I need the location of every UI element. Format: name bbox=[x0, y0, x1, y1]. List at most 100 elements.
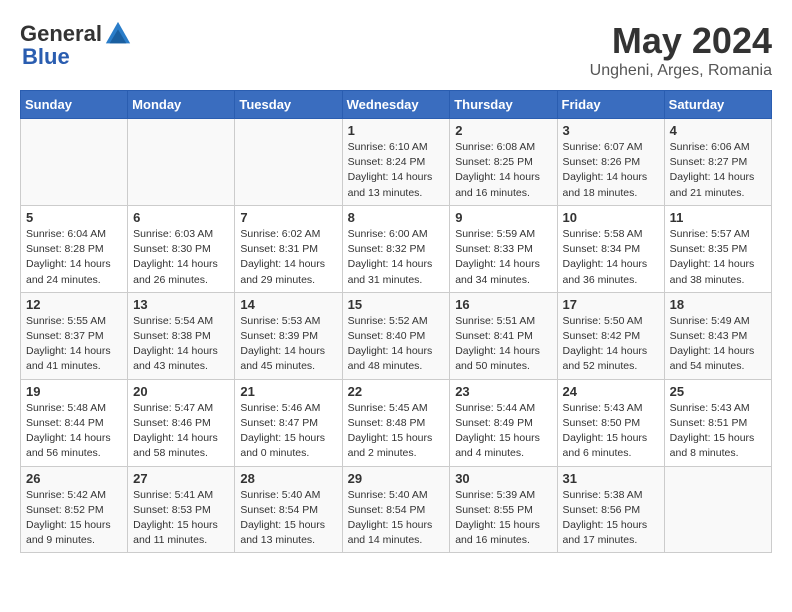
day-info: Sunrise: 6:07 AM Sunset: 8:26 PM Dayligh… bbox=[563, 140, 659, 201]
col-header-tuesday: Tuesday bbox=[235, 91, 342, 119]
day-info: Sunrise: 5:38 AM Sunset: 8:56 PM Dayligh… bbox=[563, 488, 659, 549]
col-header-monday: Monday bbox=[128, 91, 235, 119]
calendar-day-14: 14 Sunrise: 5:53 AM Sunset: 8:39 PM Dayli… bbox=[235, 292, 342, 379]
day-info: Sunrise: 5:53 AM Sunset: 8:39 PM Dayligh… bbox=[240, 314, 336, 375]
day-number: 17 bbox=[563, 297, 659, 312]
day-info: Sunrise: 6:02 AM Sunset: 8:31 PM Dayligh… bbox=[240, 227, 336, 288]
day-info: Sunrise: 5:40 AM Sunset: 8:54 PM Dayligh… bbox=[348, 488, 445, 549]
day-number: 18 bbox=[670, 297, 766, 312]
day-info: Sunrise: 5:46 AM Sunset: 8:47 PM Dayligh… bbox=[240, 401, 336, 462]
day-number: 12 bbox=[26, 297, 122, 312]
col-header-friday: Friday bbox=[557, 91, 664, 119]
day-info: Sunrise: 6:10 AM Sunset: 8:24 PM Dayligh… bbox=[348, 140, 445, 201]
calendar-day-27: 27Sunrise: 5:41 AM Sunset: 8:53 PM Dayli… bbox=[128, 466, 235, 553]
day-info: Sunrise: 5:49 AM Sunset: 8:43 PM Dayligh… bbox=[670, 314, 766, 375]
col-header-sunday: Sunday bbox=[21, 91, 128, 119]
day-info: Sunrise: 5:40 AM Sunset: 8:54 PM Dayligh… bbox=[240, 488, 336, 549]
col-header-wednesday: Wednesday bbox=[342, 91, 450, 119]
page-header: General Blue May 2024 Ungheni, Arges, Ro… bbox=[20, 20, 772, 80]
day-info: Sunrise: 5:57 AM Sunset: 8:35 PM Dayligh… bbox=[670, 227, 766, 288]
calendar-day-5: 5Sunrise: 6:04 AM Sunset: 8:28 PM Daylig… bbox=[21, 205, 128, 292]
day-info: Sunrise: 6:04 AM Sunset: 8:28 PM Dayligh… bbox=[26, 227, 122, 288]
calendar-week-row: 1 Sunrise: 6:10 AM Sunset: 8:24 PM Daylig… bbox=[21, 119, 772, 206]
calendar-day-23: 23 Sunrise: 5:44 AM Sunset: 8:49 PM Dayli… bbox=[450, 379, 557, 466]
title-section: May 2024 Ungheni, Arges, Romania bbox=[590, 20, 772, 80]
day-number: 7 bbox=[240, 210, 336, 225]
day-info: Sunrise: 5:43 AM Sunset: 8:51 PM Dayligh… bbox=[670, 401, 766, 462]
day-info: Sunrise: 5:43 AM Sunset: 8:50 PM Dayligh… bbox=[563, 401, 659, 462]
day-info: Sunrise: 5:42 AM Sunset: 8:52 PM Dayligh… bbox=[26, 488, 122, 549]
col-header-thursday: Thursday bbox=[450, 91, 557, 119]
calendar-day-25: 25 Sunrise: 5:43 AM Sunset: 8:51 PM Dayli… bbox=[664, 379, 771, 466]
day-number: 19 bbox=[26, 384, 122, 399]
day-number: 11 bbox=[670, 210, 766, 225]
day-info: Sunrise: 5:54 AM Sunset: 8:38 PM Dayligh… bbox=[133, 314, 229, 375]
day-number: 13 bbox=[133, 297, 229, 312]
calendar-week-row: 26 Sunrise: 5:42 AM Sunset: 8:52 PM Dayli… bbox=[21, 466, 772, 553]
day-number: 29 bbox=[348, 471, 445, 486]
logo-icon bbox=[104, 20, 132, 48]
day-info: Sunrise: 6:08 AM Sunset: 8:25 PM Dayligh… bbox=[455, 140, 551, 201]
day-info: Sunrise: 5:51 AM Sunset: 8:41 PM Dayligh… bbox=[455, 314, 551, 375]
calendar-day-28: 28Sunrise: 5:40 AM Sunset: 8:54 PM Dayli… bbox=[235, 466, 342, 553]
day-number: 6 bbox=[133, 210, 229, 225]
day-number: 14 bbox=[240, 297, 336, 312]
calendar-day-9: 9 Sunrise: 5:59 AM Sunset: 8:33 PM Daylig… bbox=[450, 205, 557, 292]
day-number: 2 bbox=[455, 123, 551, 138]
day-number: 30 bbox=[455, 471, 551, 486]
day-number: 23 bbox=[455, 384, 551, 399]
day-info: Sunrise: 5:55 AM Sunset: 8:37 PM Dayligh… bbox=[26, 314, 122, 375]
calendar-day-7: 7 Sunrise: 6:02 AM Sunset: 8:31 PM Daylig… bbox=[235, 205, 342, 292]
calendar-header-row: SundayMondayTuesdayWednesdayThursdayFrid… bbox=[21, 91, 772, 119]
calendar-day-11: 11 Sunrise: 5:57 AM Sunset: 8:35 PM Dayli… bbox=[664, 205, 771, 292]
day-number: 15 bbox=[348, 297, 445, 312]
day-number: 31 bbox=[563, 471, 659, 486]
day-number: 22 bbox=[348, 384, 445, 399]
calendar-day-24: 24 Sunrise: 5:43 AM Sunset: 8:50 PM Dayli… bbox=[557, 379, 664, 466]
day-number: 21 bbox=[240, 384, 336, 399]
day-info: Sunrise: 5:58 AM Sunset: 8:34 PM Dayligh… bbox=[563, 227, 659, 288]
day-number: 9 bbox=[455, 210, 551, 225]
calendar-day-1: 1 Sunrise: 6:10 AM Sunset: 8:24 PM Daylig… bbox=[342, 119, 450, 206]
day-info: Sunrise: 6:06 AM Sunset: 8:27 PM Dayligh… bbox=[670, 140, 766, 201]
day-number: 4 bbox=[670, 123, 766, 138]
day-info: Sunrise: 5:59 AM Sunset: 8:33 PM Dayligh… bbox=[455, 227, 551, 288]
calendar-day-18: 18 Sunrise: 5:49 AM Sunset: 8:43 PM Dayli… bbox=[664, 292, 771, 379]
calendar-day-19: 19Sunrise: 5:48 AM Sunset: 8:44 PM Dayli… bbox=[21, 379, 128, 466]
day-info: Sunrise: 6:00 AM Sunset: 8:32 PM Dayligh… bbox=[348, 227, 445, 288]
calendar-week-row: 19Sunrise: 5:48 AM Sunset: 8:44 PM Dayli… bbox=[21, 379, 772, 466]
day-number: 1 bbox=[348, 123, 445, 138]
day-number: 20 bbox=[133, 384, 229, 399]
logo: General Blue bbox=[20, 20, 132, 70]
location: Ungheni, Arges, Romania bbox=[590, 62, 772, 80]
day-info: Sunrise: 5:44 AM Sunset: 8:49 PM Dayligh… bbox=[455, 401, 551, 462]
day-number: 8 bbox=[348, 210, 445, 225]
calendar-day-8: 8 Sunrise: 6:00 AM Sunset: 8:32 PM Daylig… bbox=[342, 205, 450, 292]
day-info: Sunrise: 6:03 AM Sunset: 8:30 PM Dayligh… bbox=[133, 227, 229, 288]
calendar-day-empty bbox=[664, 466, 771, 553]
calendar-day-16: 16 Sunrise: 5:51 AM Sunset: 8:41 PM Dayli… bbox=[450, 292, 557, 379]
day-info: Sunrise: 5:39 AM Sunset: 8:55 PM Dayligh… bbox=[455, 488, 551, 549]
day-number: 26 bbox=[26, 471, 122, 486]
day-number: 27 bbox=[133, 471, 229, 486]
calendar-day-6: 6 Sunrise: 6:03 AM Sunset: 8:30 PM Daylig… bbox=[128, 205, 235, 292]
month-title: May 2024 bbox=[590, 20, 772, 62]
calendar-day-29: 29 Sunrise: 5:40 AM Sunset: 8:54 PM Dayli… bbox=[342, 466, 450, 553]
calendar-day-22: 22 Sunrise: 5:45 AM Sunset: 8:48 PM Dayli… bbox=[342, 379, 450, 466]
calendar-day-empty bbox=[128, 119, 235, 206]
calendar-day-21: 21 Sunrise: 5:46 AM Sunset: 8:47 PM Dayli… bbox=[235, 379, 342, 466]
calendar-day-15: 15Sunrise: 5:52 AM Sunset: 8:40 PM Dayli… bbox=[342, 292, 450, 379]
calendar-day-17: 17 Sunrise: 5:50 AM Sunset: 8:42 PM Dayli… bbox=[557, 292, 664, 379]
day-info: Sunrise: 5:47 AM Sunset: 8:46 PM Dayligh… bbox=[133, 401, 229, 462]
day-number: 16 bbox=[455, 297, 551, 312]
calendar-day-empty bbox=[235, 119, 342, 206]
logo-blue: Blue bbox=[22, 44, 70, 69]
day-info: Sunrise: 5:50 AM Sunset: 8:42 PM Dayligh… bbox=[563, 314, 659, 375]
day-number: 25 bbox=[670, 384, 766, 399]
day-info: Sunrise: 5:45 AM Sunset: 8:48 PM Dayligh… bbox=[348, 401, 445, 462]
col-header-saturday: Saturday bbox=[664, 91, 771, 119]
day-number: 24 bbox=[563, 384, 659, 399]
calendar-table: SundayMondayTuesdayWednesdayThursdayFrid… bbox=[20, 90, 772, 553]
calendar-week-row: 12 Sunrise: 5:55 AM Sunset: 8:37 PM Dayli… bbox=[21, 292, 772, 379]
calendar-day-3: 3Sunrise: 6:07 AM Sunset: 8:26 PM Daylig… bbox=[557, 119, 664, 206]
